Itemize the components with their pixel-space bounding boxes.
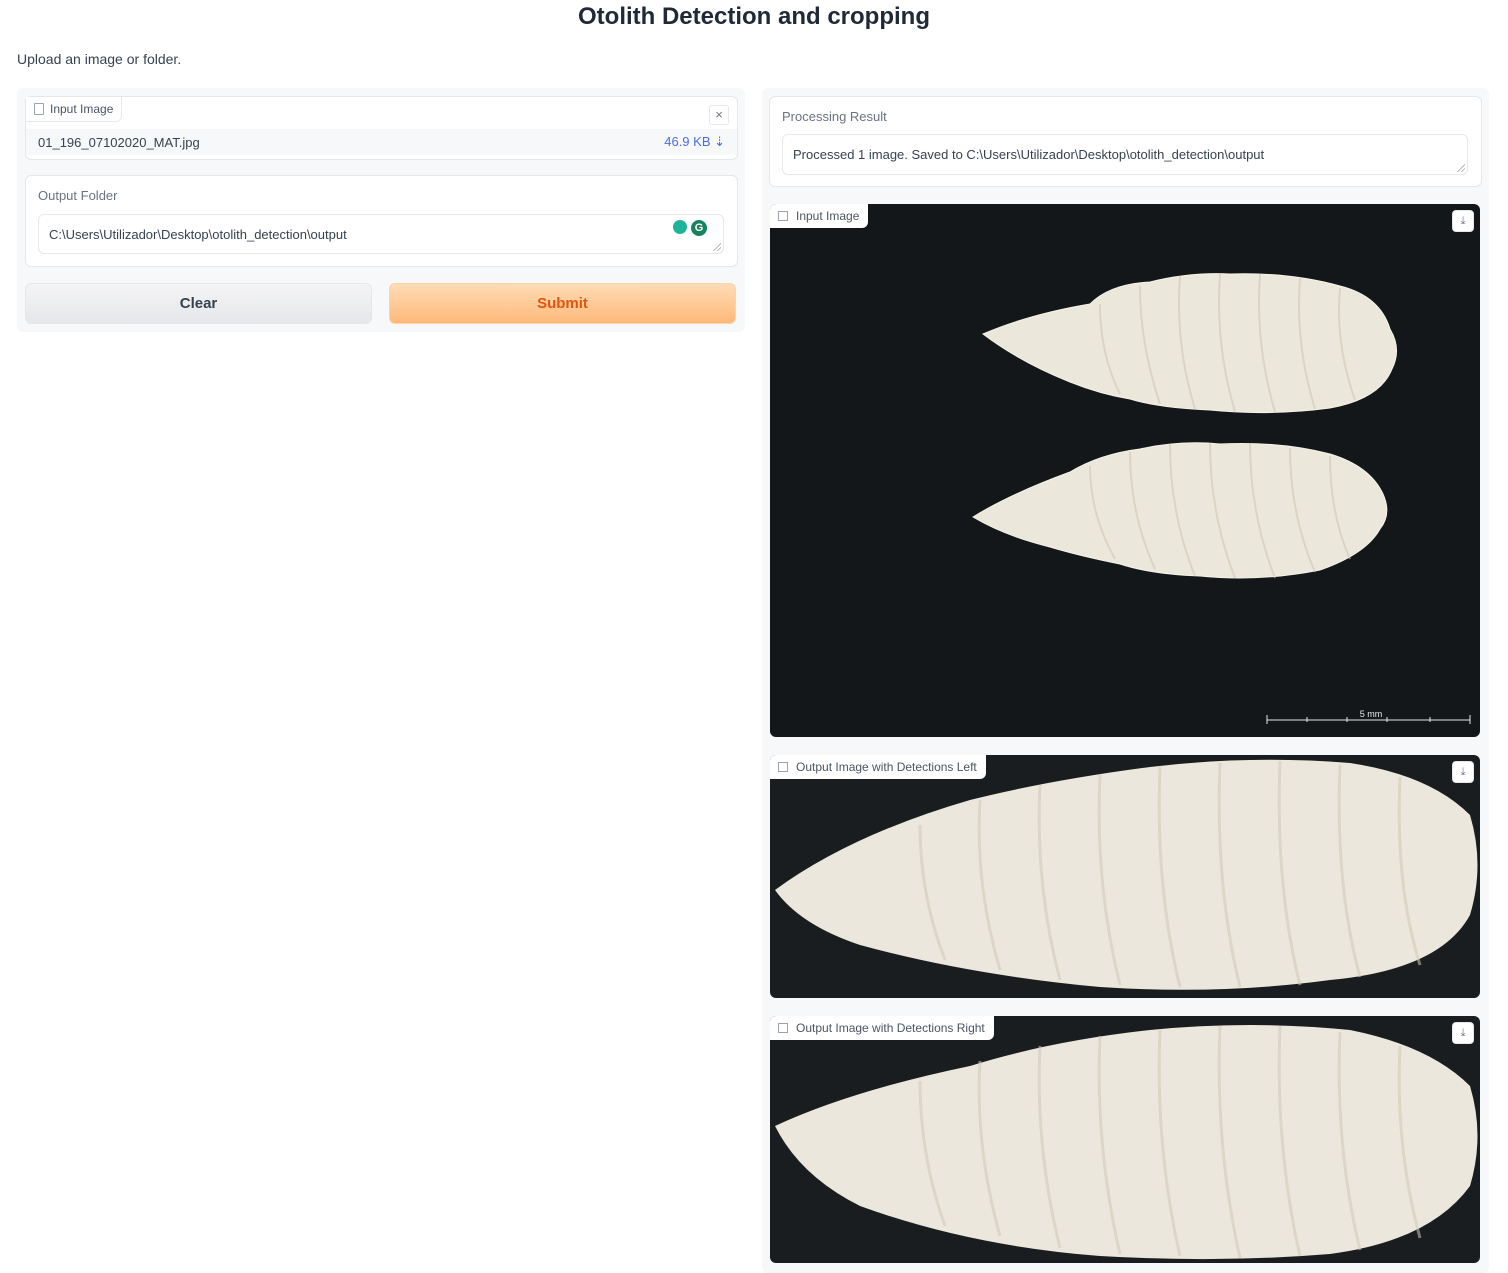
submit-button[interactable]: Submit (389, 283, 736, 324)
output-folder-value: C:\Users\Utilizador\Desktop\otolith_dete… (49, 227, 347, 242)
output-left-label-tag: Output Image with Detections Left (770, 755, 986, 779)
clear-button[interactable]: Clear (25, 283, 372, 324)
scale-bar-label: 5 mm (1360, 709, 1383, 719)
processing-result-textbox[interactable]: Processed 1 image. Saved to C:\Users\Uti… (782, 134, 1468, 175)
input-image-viewer-label: Input Image (796, 209, 860, 223)
uploaded-file-row: 01_196_07102020_MAT.jpg 46.9 KB ⇣ (26, 129, 737, 155)
grammarly-icon[interactable]: G (691, 220, 707, 236)
output-right-label-tag: Output Image with Detections Right (770, 1016, 994, 1040)
lightbulb-icon[interactable] (673, 220, 687, 234)
image-icon (778, 211, 788, 221)
input-image-viewer: Input Image ⤓ 5 mm (770, 204, 1480, 737)
output-left-viewer: Output Image with Detections Left ⤓ (770, 755, 1480, 998)
output-right-photo (770, 1016, 1480, 1263)
input-image-photo: 5 mm (770, 204, 1480, 737)
resize-handle[interactable] (1457, 164, 1465, 172)
input-image-label-tag: Input Image (26, 97, 123, 122)
input-image-label: Input Image (50, 102, 114, 116)
input-image-upload[interactable]: Input Image × 01_196_07102020_MAT.jpg 46… (25, 96, 738, 160)
output-right-label: Output Image with Detections Right (796, 1021, 985, 1035)
page-subtitle: Upload an image or folder. (17, 51, 182, 67)
file-size-download-link[interactable]: 46.9 KB ⇣ (664, 134, 737, 150)
grammarly-widget[interactable]: G (673, 220, 707, 236)
image-icon (778, 1023, 788, 1033)
download-icon[interactable]: ⤓ (1452, 761, 1474, 783)
output-left-photo (770, 755, 1480, 998)
uploaded-file-name: 01_196_07102020_MAT.jpg (38, 134, 200, 150)
output-folder-block: Output Folder C:\Users\Utilizador\Deskto… (25, 175, 738, 267)
resize-handle[interactable] (713, 243, 721, 251)
output-right-viewer: Output Image with Detections Right ⤓ (770, 1016, 1480, 1263)
file-icon (34, 103, 44, 115)
processing-result-label: Processing Result (782, 109, 887, 124)
download-icon[interactable]: ⤓ (1452, 1022, 1474, 1044)
processing-result-value: Processed 1 image. Saved to C:\Users\Uti… (793, 147, 1265, 162)
download-icon[interactable]: ⤓ (1452, 210, 1474, 232)
output-folder-label: Output Folder (38, 188, 118, 203)
processing-result-block: Processing Result Processed 1 image. Sav… (769, 96, 1482, 187)
remove-file-button[interactable]: × (709, 105, 729, 125)
output-folder-input[interactable]: C:\Users\Utilizador\Desktop\otolith_dete… (38, 214, 724, 254)
image-icon (778, 762, 788, 772)
input-image-viewer-label-tag: Input Image (770, 204, 869, 228)
page-title: Otolith Detection and cropping (578, 3, 930, 30)
output-left-label: Output Image with Detections Left (796, 760, 977, 774)
